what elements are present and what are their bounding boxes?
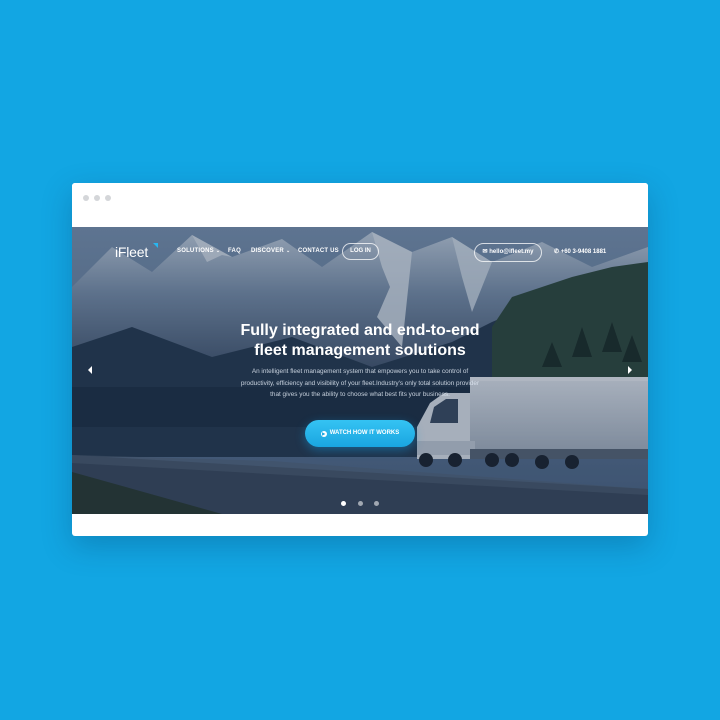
headline-line: fleet management solutions — [254, 342, 466, 359]
nav-item-contact-us[interactable]: CONTACT US — [298, 248, 339, 254]
logo[interactable]: iFleet — [115, 244, 148, 260]
headline-line: Fully integrated and end-to-end — [240, 322, 480, 339]
window-dot-minimize-icon[interactable] — [94, 195, 100, 201]
email-text: hello@ifleet.my — [489, 249, 534, 255]
carousel-dot-2[interactable] — [358, 501, 363, 506]
hero-section: iFleet SOLUTIONS ⌄ FAQ DISCOVER ⌄ CONTACT … — [72, 227, 648, 514]
subtext-line: that gives you the ability to choose wha… — [270, 391, 450, 398]
play-icon: ▶ — [320, 431, 327, 437]
carousel-next-icon[interactable] — [628, 366, 632, 374]
browser-window: iFleet SOLUTIONS ⌄ FAQ DISCOVER ⌄ CONTACT … — [72, 183, 648, 536]
carousel-prev-icon[interactable] — [88, 366, 92, 374]
window-dot-close-icon[interactable] — [83, 195, 89, 201]
envelope-icon: ✉ — [482, 249, 488, 255]
hero-subtext: An intelligent fleet management system t… — [210, 366, 510, 401]
nav-label: FAQ — [228, 248, 241, 254]
carousel-dot-1[interactable] — [341, 501, 346, 506]
phone-text: +60 3-9408 1881 — [560, 249, 607, 255]
nav-item-faq[interactable]: FAQ — [228, 248, 241, 254]
nav-item-discover[interactable]: DISCOVER ⌄ — [251, 248, 290, 254]
subtext-line: An intelligent fleet management system t… — [251, 368, 469, 375]
email-button[interactable]: ✉ hello@ifleet.my — [474, 243, 542, 262]
carousel-dot-3[interactable] — [374, 501, 379, 506]
cta-label: WATCH HOW IT WORKS — [329, 430, 400, 436]
logo-mark-icon — [153, 243, 158, 248]
phone-icon: ✆ — [554, 249, 560, 255]
chevron-down-icon: ⌄ — [285, 248, 291, 254]
phone-link[interactable]: ✆ +60 3-9408 1881 — [554, 248, 606, 255]
subtext-line: productivity, efficiency and visibility … — [240, 379, 480, 387]
nav-label: SOLUTIONS — [177, 248, 214, 254]
login-button[interactable]: LOG IN — [342, 243, 379, 260]
nav-label: DISCOVER — [251, 248, 284, 254]
login-label: LOG IN — [350, 248, 371, 254]
watch-how-it-works-button[interactable]: ▶ WATCH HOW IT WORKS — [305, 420, 415, 447]
nav-item-solutions[interactable]: SOLUTIONS ⌄ — [177, 248, 220, 254]
window-dot-maximize-icon[interactable] — [105, 195, 111, 201]
nav-label: CONTACT US — [298, 248, 339, 254]
hero-headline: Fully integrated and end-to-end fleet ma… — [160, 321, 560, 361]
window-titlebar — [72, 183, 648, 227]
chevron-down-icon: ⌄ — [215, 248, 221, 254]
